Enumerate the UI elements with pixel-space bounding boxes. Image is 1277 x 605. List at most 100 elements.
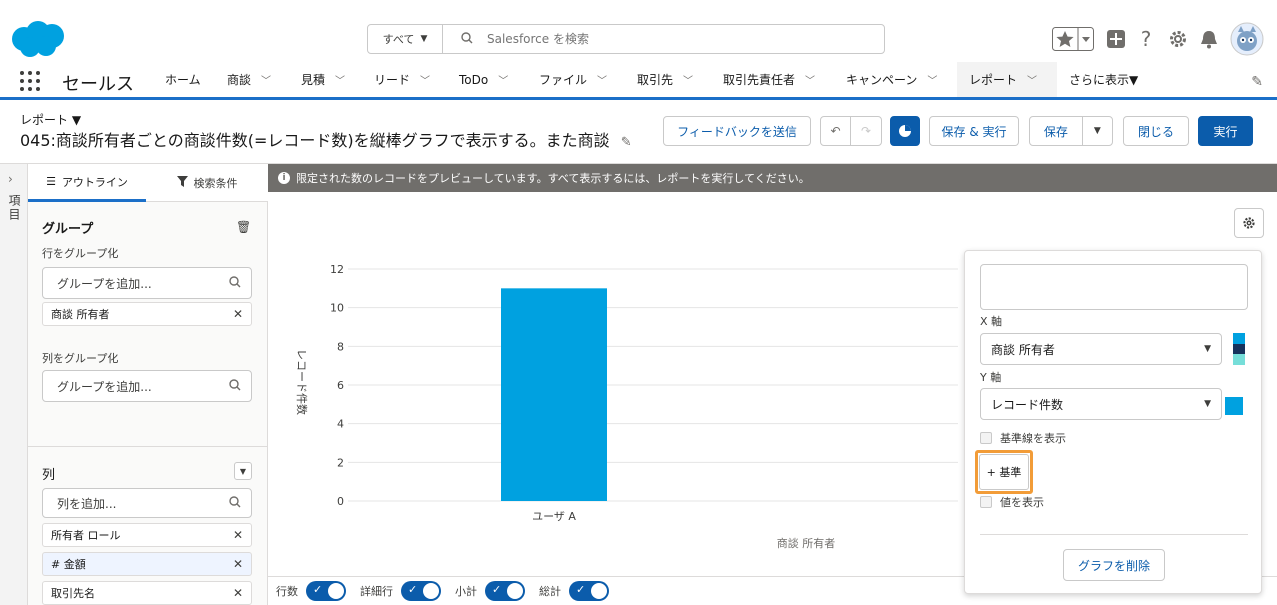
save-button[interactable]: 保存 [1030,117,1083,145]
undo-icon[interactable]: ↶ [821,117,851,145]
user-avatar[interactable] [1230,22,1264,56]
nav-item-more[interactable]: さらに表示▼ [1069,62,1138,97]
preview-banner-text: 限定された数のレコードをプレビューしています。すべて表示するには、レポートを実行… [296,172,810,185]
toggle-subtotals[interactable]: 小計 ✓ [455,581,525,601]
column-pill-label: 取引先名 [51,587,95,600]
check-icon: ✓ [408,583,418,596]
show-baseline-checkbox[interactable]: 基準線を表示 [980,430,1066,446]
add-column-input[interactable]: 列を追加... [42,488,252,518]
show-values-checkbox[interactable]: 値を表示 [980,494,1044,510]
toggle-switch[interactable]: ✓ [569,581,609,601]
close-button[interactable]: 閉じる [1123,116,1189,146]
nav-item-label: 取引先責任者 [723,73,796,87]
toggle-label: 総計 [539,585,561,598]
nav-item-campaigns[interactable]: キャンペーン ﹀ [846,62,937,97]
column-pill[interactable]: # 金額 ✕ [42,552,252,576]
nav-item-contacts[interactable]: 取引先責任者 ﹀ [723,62,815,97]
remove-close-icon[interactable]: ✕ [233,557,243,571]
x-axis-select[interactable]: 商談 所有者 ▼ [980,333,1222,365]
nav-item-todo[interactable]: ToDo ﹀ [459,62,508,97]
report-type-menu[interactable]: レポート ▼ [20,111,81,128]
toggle-grand-total[interactable]: 総計 ✓ [539,581,609,601]
color-swatch-segment [1233,343,1245,355]
caret-down-icon: ▼ [1204,344,1211,354]
chevron-down-icon[interactable]: ﹀ [498,72,508,87]
nav-item-leads[interactable]: リード ﹀ [374,62,430,97]
add-group-placeholder: グループを追加... [57,276,152,291]
chevron-down-icon[interactable]: ﹀ [597,72,607,87]
chevron-down-icon[interactable]: ﹀ [261,72,271,87]
setup-gear-icon[interactable] [1166,26,1190,52]
search-input[interactable] [487,32,867,46]
chevron-down-icon[interactable]: ﹀ [420,72,430,87]
trash-icon[interactable]: 🗑 [236,220,251,234]
nav-item-quotes[interactable]: 見積 ﹀ [301,62,345,97]
remove-close-icon[interactable]: ✕ [233,528,243,542]
toggle-row-count[interactable]: 行数 ✓ [276,581,346,601]
nav-item-files[interactable]: ファイル ﹀ [539,62,607,97]
toggle-switch[interactable]: ✓ [485,581,525,601]
redo-icon[interactable]: ↷ [851,117,881,145]
caret-down-icon: ▼ [420,34,428,44]
favorites-button[interactable] [1052,26,1094,52]
tab-outline[interactable]: ☰ アウトライン [28,164,146,202]
y-axis-color-swatch[interactable] [1225,397,1243,415]
edit-nav-pencil-icon[interactable]: ✎ [1251,74,1263,90]
nav-item-label: ファイル [539,73,588,87]
y-tick-label: 6 [337,379,344,392]
help-icon[interactable]: ? [1136,26,1156,52]
feedback-button[interactable]: フィードバックを送信 [663,116,811,146]
show-baseline-label: 基準線を表示 [1000,432,1066,445]
notifications-bell-icon[interactable] [1198,26,1220,52]
toggle-detail-rows[interactable]: 詳細行 ✓ [360,581,441,601]
preview-banner: i 限定された数のレコードをプレビューしています。すべて表示するには、レポートを… [268,164,1277,192]
save-menu-caret-icon[interactable]: ▼ [1083,126,1112,136]
checkbox[interactable] [980,432,992,444]
run-button[interactable]: 実行 [1198,116,1253,146]
y-tick-label: 4 [337,418,344,431]
chevron-down-icon[interactable]: ﹀ [927,72,937,87]
chart-settings-gear-icon[interactable] [1234,208,1264,238]
global-actions-icon[interactable] [1104,26,1128,52]
edit-pencil-icon[interactable]: ✎ [621,135,632,150]
column-pill[interactable]: 取引先名 ✕ [42,581,252,605]
chevron-down-icon[interactable]: ﹀ [1027,72,1037,87]
toggle-label: 詳細行 [360,585,393,598]
chevron-down-icon[interactable]: ﹀ [683,72,693,87]
toggle-switch[interactable]: ✓ [306,581,346,601]
checkbox[interactable] [980,496,992,508]
nav-item-opportunities[interactable]: 商談 ﹀ [227,62,271,97]
add-column-group-input[interactable]: グループを追加... [42,370,252,402]
x-axis-color-swatch[interactable] [1233,333,1245,366]
delete-chart-button[interactable]: グラフを削除 [1063,549,1165,581]
chart-title-input[interactable] [980,264,1248,310]
search-box[interactable] [443,25,884,53]
remove-close-icon[interactable]: ✕ [233,307,243,321]
search-scope-select[interactable]: すべて ▼ [368,25,443,53]
filter-funnel-icon [176,176,188,190]
caret-down-icon: ▼ [1204,399,1211,409]
chevron-down-icon[interactable]: ﹀ [805,72,815,87]
row-group-pill[interactable]: 商談 所有者 ✕ [42,302,252,326]
toggle-switch[interactable]: ✓ [401,581,441,601]
app-launcher-icon[interactable] [19,70,41,92]
y-axis-select[interactable]: レコード件数 ▼ [980,388,1222,420]
salesforce-logo[interactable] [10,19,68,59]
add-row-group-input[interactable]: グループを追加... [42,267,252,299]
nav-item-reports[interactable]: レポート ﹀ [957,62,1057,100]
list-icon: ☰ [46,175,56,188]
nav-item-home[interactable]: ホーム [165,62,201,97]
save-run-button[interactable]: 保存 & 実行 [929,116,1019,146]
chevron-right-icon[interactable]: › [8,172,13,186]
add-baseline-button[interactable]: + 基準 [975,450,1033,494]
nav-item-accounts[interactable]: 取引先 ﹀ [637,62,693,97]
columns-menu-button[interactable]: ▼ [234,462,252,480]
chart-toggle-button[interactable] [890,116,920,146]
remove-close-icon[interactable]: ✕ [233,586,243,600]
tab-filters[interactable]: 検索条件 [148,164,266,202]
fields-rail[interactable]: › 項目 [0,164,28,605]
column-pill[interactable]: 所有者 ロール ✕ [42,523,252,547]
report-builder-side-panel: ☰ アウトライン 検索条件 グループ 🗑 行をグループ化 グループを追加... … [28,164,268,605]
show-values-label: 値を表示 [1000,496,1044,509]
chevron-down-icon[interactable]: ﹀ [335,72,345,87]
